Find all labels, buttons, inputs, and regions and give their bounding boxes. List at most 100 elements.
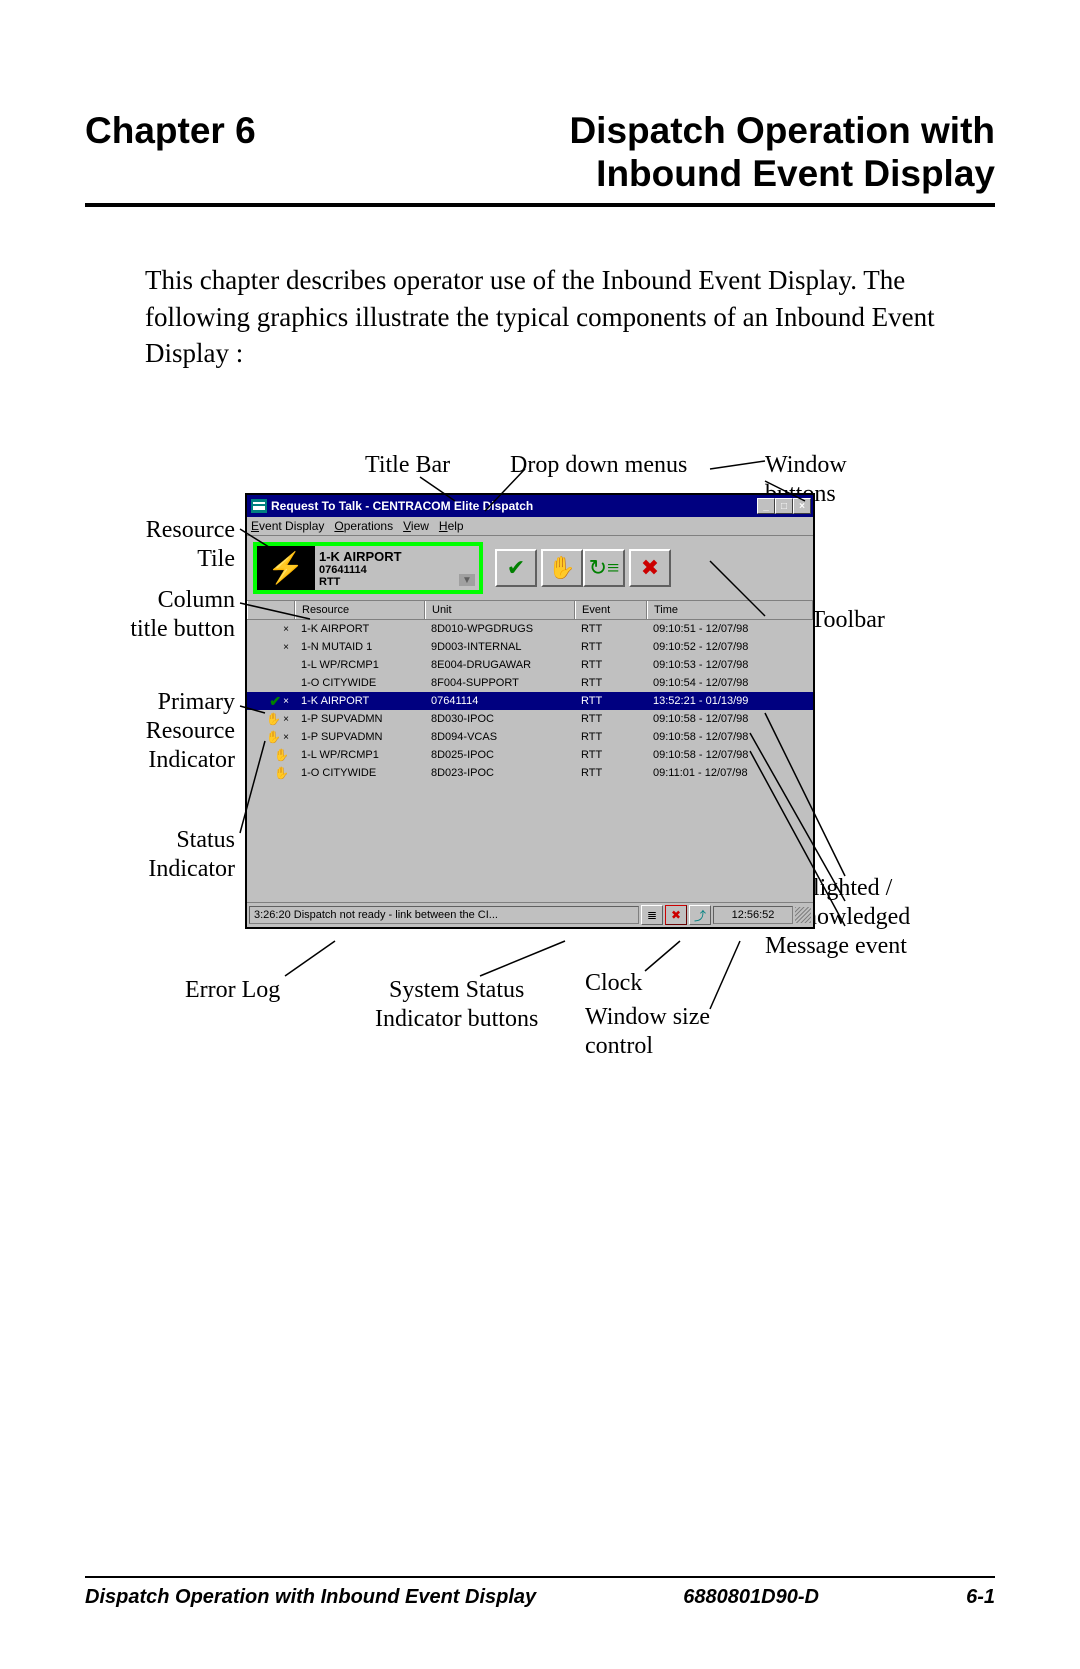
- row-status-icons: ✋×: [247, 730, 295, 744]
- col-event[interactable]: Event: [575, 601, 647, 619]
- row-unit: 8D025-IPOC: [425, 749, 575, 761]
- footer-mid: 6880801D90-D: [683, 1586, 819, 1609]
- row-status-icons: ✋: [247, 766, 295, 780]
- list-button[interactable]: ↻≡: [583, 549, 625, 587]
- chapter-title: Dispatch Operation with Inbound Event Di…: [569, 110, 995, 195]
- row-unit: 07641114: [425, 695, 575, 707]
- row-unit: 9D003-INTERNAL: [425, 641, 575, 653]
- row-status-icons: ✔×: [247, 693, 295, 710]
- row-resource: 1-K AIRPORT: [295, 623, 425, 635]
- footer-right: 6-1: [966, 1586, 995, 1609]
- row-time: 09:10:58 - 12/07/98: [647, 749, 813, 761]
- callout-column-title: Columntitle button: [105, 586, 235, 644]
- row-status-icons: ✋: [247, 748, 295, 762]
- tile-resource-id: 07641114: [319, 564, 475, 576]
- event-list: ×1-K AIRPORT8D010-WPGDRUGSRTT09:10:51 - …: [247, 620, 813, 782]
- hold-button[interactable]: ✋: [541, 549, 583, 587]
- row-event: RTT: [575, 749, 647, 761]
- reject-button[interactable]: ✖: [629, 549, 671, 587]
- table-row[interactable]: 1-L WP/RCMP18E004-DRUGAWARRTT09:10:53 - …: [247, 656, 813, 674]
- accept-button[interactable]: ✔: [495, 549, 537, 587]
- row-event: RTT: [575, 641, 647, 653]
- menu-event-display[interactable]: Event Display: [251, 519, 324, 533]
- row-time: 09:10:53 - 12/07/98: [647, 659, 813, 671]
- row-event: RTT: [575, 713, 647, 725]
- row-time: 09:11:01 - 12/07/98: [647, 767, 813, 779]
- table-row[interactable]: ✋1-O CITYWIDE8D023-IPOCRTT09:11:01 - 12/…: [247, 764, 813, 782]
- col-time[interactable]: Time: [647, 601, 813, 619]
- minimize-button[interactable]: _: [757, 498, 775, 514]
- toolbar-row: ⚡ 1-K AIRPORT 07641114 RTT ▼ ✔ ✋ ↻≡ ✖: [247, 536, 813, 601]
- statusbar: 3:26:20 Dispatch not ready - link betwee…: [247, 902, 813, 927]
- table-row[interactable]: ✋×1-P SUPVADMN8D094-VCASRTT09:10:58 - 12…: [247, 728, 813, 746]
- clock: 12:56:52: [713, 906, 793, 924]
- col-status[interactable]: [247, 601, 295, 619]
- callout-sys-status: System StatusIndicator buttons: [375, 976, 538, 1034]
- maximize-button[interactable]: □: [775, 498, 793, 514]
- row-unit: 8D030-IPOC: [425, 713, 575, 725]
- row-event: RTT: [575, 731, 647, 743]
- table-row[interactable]: 1-O CITYWIDE8F004-SUPPORTRTT09:10:54 - 1…: [247, 674, 813, 692]
- resize-grip-icon[interactable]: [795, 907, 811, 923]
- chapter-label: Chapter 6: [85, 110, 256, 152]
- close-button[interactable]: ×: [793, 498, 811, 514]
- ied-toolbar: ✔ ✋ ↻≡ ✖: [495, 549, 671, 587]
- col-unit[interactable]: Unit: [425, 601, 575, 619]
- table-row[interactable]: ×1-K AIRPORT8D010-WPGDRUGSRTT09:10:51 - …: [247, 620, 813, 638]
- row-resource: 1-P SUPVADMN: [295, 731, 425, 743]
- row-event: RTT: [575, 695, 647, 707]
- row-resource: 1-L WP/RCMP1: [295, 749, 425, 761]
- menubar: Event Display Operations View Help: [247, 517, 813, 536]
- row-status-icons: ×: [247, 642, 295, 653]
- row-time: 09:10:51 - 12/07/98: [647, 623, 813, 635]
- table-row[interactable]: ✋×1-P SUPVADMN8D030-IPOCRTT09:10:58 - 12…: [247, 710, 813, 728]
- table-row[interactable]: ✋1-L WP/RCMP18D025-IPOCRTT09:10:58 - 12/…: [247, 746, 813, 764]
- row-unit: 8D010-WPGDRUGS: [425, 623, 575, 635]
- app-icon: [251, 499, 267, 513]
- row-unit: 8D023-IPOC: [425, 767, 575, 779]
- resource-tile[interactable]: ⚡ 1-K AIRPORT 07641114 RTT ▼: [253, 542, 483, 594]
- row-time: 13:52:21 - 01/13/99: [647, 695, 813, 707]
- col-resource[interactable]: Resource: [295, 601, 425, 619]
- table-row[interactable]: ×1-N MUTAID 19D003-INTERNALRTT09:10:52 -…: [247, 638, 813, 656]
- callout-primary: PrimaryResourceIndicator: [135, 688, 235, 774]
- titlebar-text: Request To Talk - CENTRACOM Elite Dispat…: [271, 499, 533, 513]
- row-event: RTT: [575, 677, 647, 689]
- titlebar[interactable]: Request To Talk - CENTRACOM Elite Dispat…: [247, 495, 813, 517]
- row-time: 09:10:52 - 12/07/98: [647, 641, 813, 653]
- row-resource: 1-P SUPVADMN: [295, 713, 425, 725]
- app-window: Request To Talk - CENTRACOM Elite Dispat…: [245, 493, 815, 929]
- tile-resource-name: 1-K AIRPORT: [319, 549, 475, 564]
- callout-status-indicator: StatusIndicator: [140, 826, 235, 884]
- row-unit: 8E004-DRUGAWAR: [425, 659, 575, 671]
- down-arrow-icon[interactable]: ▼: [459, 574, 475, 586]
- callout-winsize: Window sizecontrol: [585, 1003, 710, 1061]
- table-row[interactable]: ✔×1-K AIRPORT07641114RTT13:52:21 - 01/13…: [247, 692, 813, 710]
- callout-dropdown: Drop down menus: [510, 451, 687, 480]
- status-btn-1[interactable]: ≣: [641, 905, 663, 925]
- row-resource: 1-N MUTAID 1: [295, 641, 425, 653]
- row-unit: 8F004-SUPPORT: [425, 677, 575, 689]
- menu-view[interactable]: View: [403, 519, 429, 533]
- window-buttons: _ □ ×: [757, 498, 811, 514]
- row-event: RTT: [575, 767, 647, 779]
- bolt-icon: ⚡: [257, 546, 315, 590]
- row-resource: 1-L WP/RCMP1: [295, 659, 425, 671]
- row-status-icons: ×: [247, 624, 295, 635]
- row-event: RTT: [575, 659, 647, 671]
- menu-help[interactable]: Help: [439, 519, 464, 533]
- page-header: Chapter 6 Dispatch Operation with Inboun…: [85, 110, 995, 207]
- row-resource: 1-K AIRPORT: [295, 695, 425, 707]
- error-log[interactable]: 3:26:20 Dispatch not ready - link betwee…: [249, 906, 639, 924]
- callout-clock: Clock: [585, 969, 642, 998]
- menu-operations[interactable]: Operations: [334, 519, 393, 533]
- row-time: 09:10:58 - 12/07/98: [647, 713, 813, 725]
- intro-paragraph: This chapter describes operator use of t…: [145, 262, 995, 371]
- row-time: 09:10:58 - 12/07/98: [647, 731, 813, 743]
- footer-left: Dispatch Operation with Inbound Event Di…: [85, 1586, 536, 1609]
- status-btn-2[interactable]: ✖: [665, 905, 687, 925]
- callout-titlebar: Title Bar: [365, 451, 450, 480]
- row-time: 09:10:54 - 12/07/98: [647, 677, 813, 689]
- status-btn-3[interactable]: ⤴: [689, 905, 711, 925]
- row-status-icons: ✋×: [247, 712, 295, 726]
